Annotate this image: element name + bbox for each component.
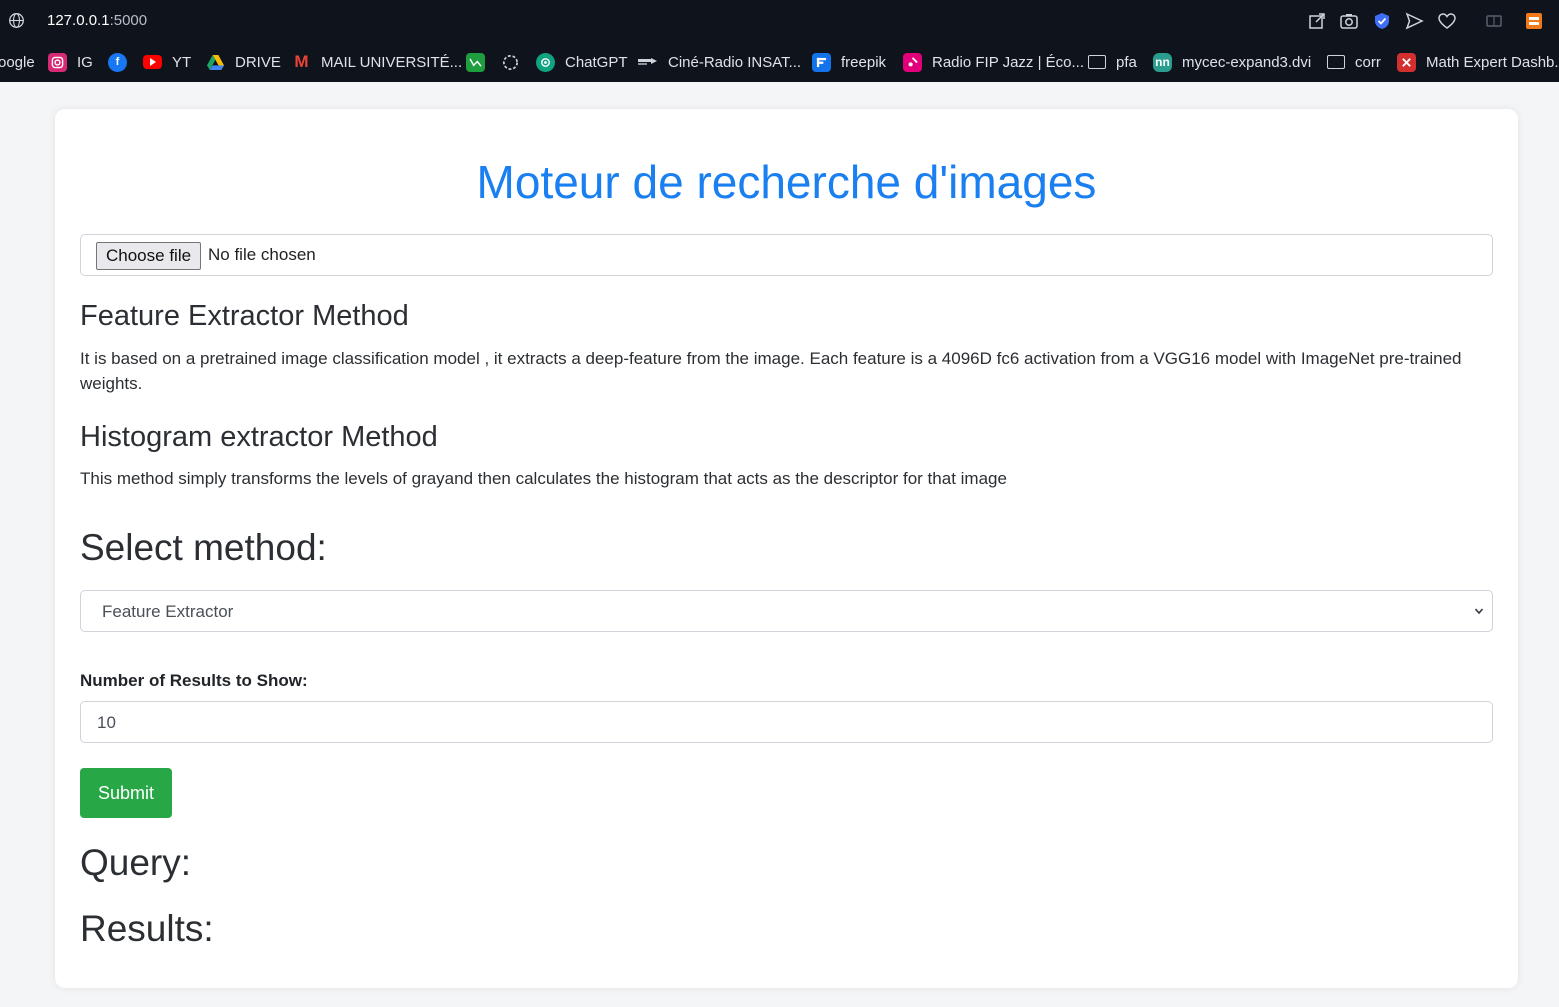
bookmark-label: Radio FIP Jazz | Éco... [932, 53, 1085, 71]
bookmark-chart-app[interactable] [466, 42, 495, 82]
chevron-down-icon [1474, 608, 1484, 615]
url-field[interactable]: 127.0.0.1:5000 [47, 12, 147, 29]
bookmark-label: YT [172, 53, 192, 71]
bookmark-drive[interactable]: DRIVE [206, 42, 281, 82]
send-icon[interactable] [1404, 11, 1424, 31]
select-method-heading: Select method: [80, 527, 327, 568]
bookmark-label: Ciné-Radio INSAT... [668, 53, 802, 71]
bookmark-facebook[interactable]: f [108, 42, 137, 82]
youtube-icon [143, 55, 162, 69]
bookmark-label: IG [77, 53, 93, 71]
feature-method-heading: Feature Extractor Method [80, 300, 409, 332]
bookmarks-bar: oogle IG f YT DRIVE M MAIL UNIVERSITÉ... [0, 42, 1559, 82]
bookmark-label: pfa [1116, 53, 1137, 71]
bookmark-label: ChatGPT [565, 53, 628, 71]
file-status-text: No file chosen [208, 245, 316, 264]
bookmark-label: DRIVE [235, 53, 281, 71]
bookmark-instagram[interactable]: IG [48, 42, 93, 82]
num-results-input[interactable]: 10 [80, 701, 1493, 743]
chatgpt-icon [536, 52, 555, 72]
bookmark-mail[interactable]: M MAIL UNIVERSITÉ... [292, 42, 462, 82]
bookmark-folder-pfa[interactable]: pfa [1088, 42, 1137, 82]
bookmark-radio-fip[interactable]: Radio FIP Jazz | Éco... [903, 42, 1084, 82]
submit-button[interactable]: Submit [80, 768, 172, 818]
folder-icon [1088, 55, 1106, 69]
bookmark-label: corr [1355, 53, 1381, 71]
bookmark-cine-radio[interactable]: Ciné-Radio INSAT... [638, 42, 801, 82]
bookmark-math-expert[interactable]: Math Expert Dashb... [1397, 42, 1559, 82]
feature-method-description: It is based on a pretrained image classi… [80, 349, 1462, 393]
nn-icon: nn [1153, 52, 1172, 72]
facebook-icon: f [108, 52, 127, 72]
method-select[interactable]: Feature Extractor [80, 590, 1493, 632]
bookmark-label: MAIL UNIVERSITÉ... [321, 53, 463, 71]
camera-icon[interactable] [1339, 11, 1359, 31]
gmail-icon: M [294, 52, 309, 71]
drive-icon [206, 53, 225, 72]
bookmark-folder-corr[interactable]: corr [1327, 42, 1381, 82]
heart-icon[interactable] [1437, 11, 1457, 31]
url-port: :5000 [109, 12, 148, 29]
query-heading: Query: [80, 842, 192, 883]
histogram-method-description: This method simply transforms the levels… [80, 469, 1007, 488]
url-host: 127.0.0.1 [47, 12, 110, 29]
radio-fip-icon [903, 52, 922, 72]
math-expert-icon [1397, 52, 1416, 72]
bookmark-label: Math Expert Dashb... [1426, 53, 1559, 71]
method-select-value: Feature Extractor [102, 602, 234, 621]
bookmark-app-icon[interactable] [1524, 11, 1544, 31]
folder-icon [1327, 55, 1345, 69]
bookmark-mycec[interactable]: nn mycec-expand3.dvi [1153, 42, 1311, 82]
globe-icon [9, 13, 24, 28]
instagram-icon [48, 52, 67, 72]
bookmark-label: freepik [841, 53, 887, 71]
freepik-icon [812, 52, 831, 72]
chart-app-icon [466, 52, 485, 72]
circle-dots-icon [501, 53, 520, 72]
shield-icon[interactable] [1372, 11, 1392, 31]
browser-address-bar: 127.0.0.1:5000 [0, 0, 1559, 42]
histogram-method-heading: Histogram extractor Method [80, 421, 438, 453]
bookmark-google[interactable]: oogle [0, 42, 35, 82]
bookmark-label: mycec-expand3.dvi [1182, 53, 1312, 71]
bookmark-freepik[interactable]: freepik [812, 42, 886, 82]
num-results-value: 10 [97, 713, 116, 732]
choose-file-button[interactable]: Choose file [96, 242, 202, 270]
page-title: Moteur de recherche d'images [476, 156, 1097, 208]
results-heading: Results: [80, 908, 214, 949]
bookmark-youtube[interactable]: YT [143, 42, 191, 82]
bookmark-label: oogle [0, 53, 35, 71]
file-input[interactable]: Choose file No file chosen [80, 234, 1493, 276]
bookmark-chatgpt[interactable]: ChatGPT [536, 42, 628, 82]
bookmark-circle-app[interactable] [501, 42, 530, 82]
num-results-label: Number of Results to Show: [80, 671, 308, 690]
cine-radio-icon [638, 53, 658, 72]
wallet-icon[interactable] [1484, 11, 1504, 31]
share-icon[interactable] [1307, 11, 1327, 31]
